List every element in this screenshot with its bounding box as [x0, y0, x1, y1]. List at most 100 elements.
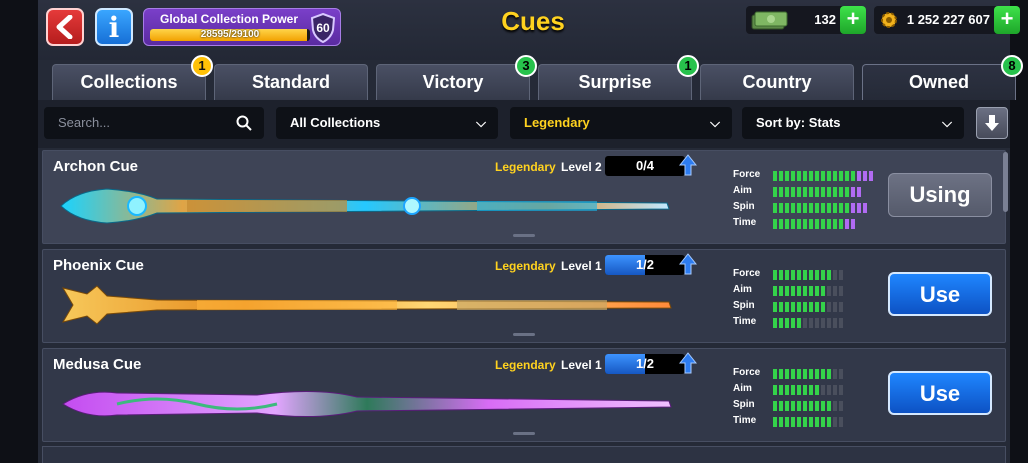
back-button[interactable]: [46, 8, 84, 46]
tab-collections[interactable]: Collections 1: [52, 55, 213, 100]
collection-dropdown[interactable]: All Collections ⌵: [276, 107, 498, 139]
stat-segment: [809, 417, 813, 427]
cue-row-partial[interactable]: [42, 446, 1006, 463]
row-handle: [513, 234, 535, 237]
stat-segment: [785, 417, 789, 427]
stat-label: Time: [733, 217, 757, 228]
sort-direction-button[interactable]: [976, 107, 1008, 139]
stat-segment: [797, 203, 801, 213]
stat-segment: [821, 401, 825, 411]
upgrade-arrow-icon[interactable]: [679, 154, 697, 176]
sort-dropdown[interactable]: Sort by: Stats ⌵: [742, 107, 964, 139]
stat-segment: [791, 318, 795, 328]
stat-segment: [839, 171, 843, 181]
stat-segment: [839, 318, 843, 328]
tab-standard[interactable]: Standard: [214, 64, 368, 100]
cue-image: [60, 188, 670, 224]
stat-label: Spin: [733, 300, 755, 311]
use-button[interactable]: Use: [888, 272, 992, 316]
stat-label: Time: [733, 415, 757, 426]
cue-row[interactable]: Phoenix Cue Legendary Level 1 1/2 Force …: [42, 249, 1006, 343]
stat-segment: [803, 187, 807, 197]
search-input[interactable]: Search...: [44, 107, 264, 139]
stat-segment: [791, 401, 795, 411]
tab-country[interactable]: Country: [700, 64, 854, 100]
stat-segment: [773, 401, 777, 411]
stat-segment: [797, 270, 801, 280]
stat-segment: [791, 187, 795, 197]
upgrade-progress-text: 1/2: [635, 356, 655, 371]
cash-icon: [751, 11, 788, 30]
stat-segment: [773, 286, 777, 296]
stat-bar: [773, 417, 843, 427]
upgrade-arrow-icon[interactable]: [679, 352, 697, 374]
stat-bar: [773, 385, 843, 395]
chevron-down-icon: ⌵: [942, 115, 952, 130]
stat-segment: [833, 219, 837, 229]
rarity-dropdown[interactable]: Legendary ⌵: [510, 107, 732, 139]
stat-label: Spin: [733, 201, 755, 212]
scrollbar[interactable]: [1003, 152, 1008, 212]
stat-segment: [797, 401, 801, 411]
cue-rarity: Legendary: [495, 358, 556, 372]
page-title: Cues: [501, 6, 565, 36]
stat-segment: [815, 286, 819, 296]
use-button[interactable]: Use: [888, 371, 992, 415]
stat-segment: [821, 417, 825, 427]
stat-segment: [779, 203, 783, 213]
stat-segment: [815, 369, 819, 379]
upgrade-progress-text: 0/4: [635, 158, 655, 173]
stat-segment: [827, 401, 831, 411]
stat-segment: [803, 318, 807, 328]
stat-segment: [779, 318, 783, 328]
stat-segment: [827, 286, 831, 296]
stat-segment: [851, 203, 855, 213]
stat-segment: [803, 385, 807, 395]
stat-segment: [833, 302, 837, 312]
stat-segment: [797, 369, 801, 379]
cue-list: Archon Cue Legendary Level 2 0/4 Force A…: [38, 150, 1010, 463]
rarity-selected: Legendary: [524, 115, 590, 130]
stat-label: Aim: [733, 284, 752, 295]
stat-bar: [773, 302, 843, 312]
upgrade-arrow-icon[interactable]: [679, 253, 697, 275]
stat-segment: [815, 401, 819, 411]
stat-label: Spin: [733, 399, 755, 410]
add-cash-button[interactable]: +: [840, 6, 866, 34]
stat-segment: [851, 171, 855, 181]
cue-row[interactable]: Archon Cue Legendary Level 2 0/4 Force A…: [42, 150, 1006, 244]
stat-segment: [839, 302, 843, 312]
tab-victory[interactable]: Victory 3: [376, 55, 537, 100]
stat-segment: [815, 219, 819, 229]
cue-image: [61, 285, 672, 325]
upgrade-progress-bar: 0/4: [605, 156, 685, 176]
top-bar: i Global Collection Power 28595/29100 60…: [38, 0, 1020, 60]
stat-segment: [851, 219, 855, 229]
add-coins-button[interactable]: +: [994, 6, 1020, 34]
category-tabs: Collections 1 Standard Victory 3 Surpris…: [38, 55, 1023, 100]
sort-selected: Sort by: Stats: [756, 115, 841, 130]
stat-segment: [839, 187, 843, 197]
stat-segment: [785, 385, 789, 395]
tab-owned[interactable]: Owned 8: [862, 55, 1023, 100]
stat-time: Time: [733, 216, 863, 232]
cue-name: Medusa Cue: [53, 356, 142, 373]
tab-label: Surprise: [578, 72, 652, 92]
stat-spin: Spin: [733, 200, 867, 216]
tab-surprise[interactable]: Surprise 1: [538, 55, 699, 100]
cue-row[interactable]: Medusa Cue Legendary Level 1 1/2 Force A…: [42, 348, 1006, 442]
stat-segment: [863, 203, 867, 213]
search-placeholder: Search...: [58, 115, 111, 130]
stat-spin: Spin: [733, 398, 863, 414]
stat-segment: [839, 369, 843, 379]
arrow-down-icon: [985, 115, 999, 131]
cash-amount: 132: [814, 12, 836, 27]
upgrade-progress-bar: 1/2: [605, 255, 685, 275]
collection-power-panel[interactable]: Global Collection Power 28595/29100 60: [143, 8, 341, 46]
stat-segment: [797, 187, 801, 197]
stat-segment: [773, 171, 777, 181]
stat-segment: [827, 203, 831, 213]
stat-segment: [821, 270, 825, 280]
info-button[interactable]: i: [95, 8, 133, 46]
using-button[interactable]: Using: [888, 173, 992, 217]
